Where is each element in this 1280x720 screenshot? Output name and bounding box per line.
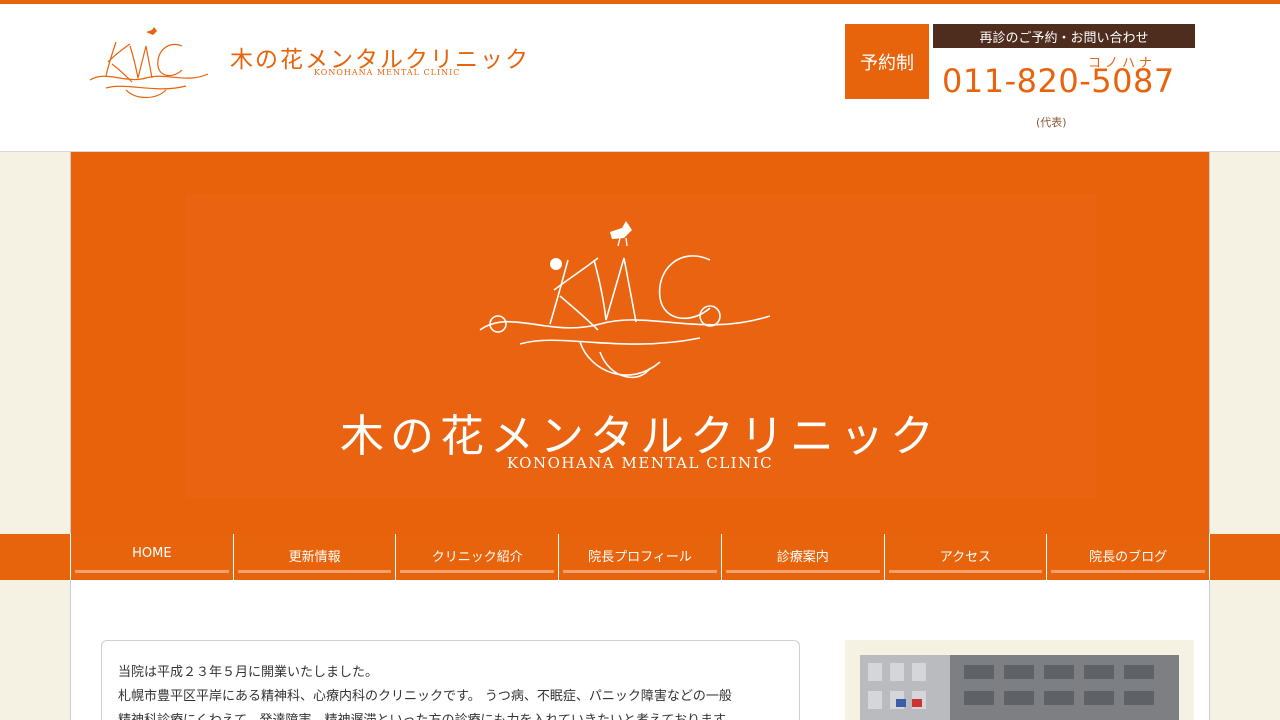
nav-underline: [237, 570, 392, 573]
kmc-monogram-icon: [89, 27, 209, 99]
clinic-building-photo: [860, 655, 1179, 720]
nav-underline: [563, 570, 717, 573]
nav-label: 院長のブログ: [1089, 550, 1168, 565]
phone-note: (代表): [1036, 116, 1067, 129]
reservation-badge: 予約制: [845, 24, 929, 99]
nav-label: HOME: [132, 546, 172, 561]
logo-subtext: KONOHANA MENTAL CLINIC: [314, 68, 461, 77]
phone-number-link[interactable]: 011-820-5087: [942, 62, 1175, 100]
nav-item-news[interactable]: 更新情報: [234, 534, 397, 580]
nav-label: クリニック紹介: [431, 550, 523, 565]
intro-text-line: 当院は平成２３年５月に開業いたしました。: [118, 665, 379, 680]
contact-label: 再診のご予約・お問い合わせ: [933, 24, 1195, 48]
nav-underline: [1051, 570, 1206, 573]
nav-label: 更新情報: [288, 550, 341, 565]
building-photo-image: [860, 655, 1179, 720]
nav-item-clinic[interactable]: クリニック紹介: [396, 534, 560, 580]
hero-subtitle: KONOHANA MENTAL CLINIC: [506, 454, 774, 472]
nav-item-profile[interactable]: 院長プロフィール: [559, 534, 722, 580]
nav-item-medical[interactable]: 診療案内: [722, 534, 885, 580]
intro-text-line: 精神科診療にくわえて、発達障害、精神遅滞といった方の診療にも力を入れていきたいと…: [118, 709, 784, 720]
nav-label: アクセス: [939, 550, 992, 565]
nav-underline: [888, 570, 1043, 573]
nav-underline: [725, 570, 880, 573]
site-header: 木の花メンタルクリニック KONOHANA MENTAL CLINIC 予約制 …: [0, 4, 1280, 152]
nav-item-home[interactable]: HOME: [71, 534, 234, 580]
intro-text-line: 札幌市豊平区平岸にある精神科、心療内科のクリニックです。 うつ病、不眠症、パニッ…: [118, 689, 732, 704]
intro-box: 当院は平成２３年５月に開業いたしました。 札幌市豊平区平岸にある精神科、心療内科…: [101, 640, 800, 720]
nav-label: 診療案内: [776, 550, 829, 565]
nav-item-access[interactable]: アクセス: [885, 534, 1048, 580]
nav-underline: [400, 570, 555, 573]
nav-item-blog[interactable]: 院長のブログ: [1047, 534, 1211, 580]
site-logo[interactable]: 木の花メンタルクリニック KONOHANA MENTAL CLINIC: [86, 24, 546, 104]
nav-underline: [75, 570, 229, 573]
main-nav: HOME 更新情報 クリニック紹介 院長プロフィール 診療案内 アクセス 院長の…: [0, 534, 1280, 580]
nav-list: HOME 更新情報 クリニック紹介 院長プロフィール 診療案内 アクセス 院長の…: [70, 534, 1211, 580]
hero-kmc-logo-icon: [479, 221, 771, 378]
nav-label: 院長プロフィール: [588, 550, 692, 565]
